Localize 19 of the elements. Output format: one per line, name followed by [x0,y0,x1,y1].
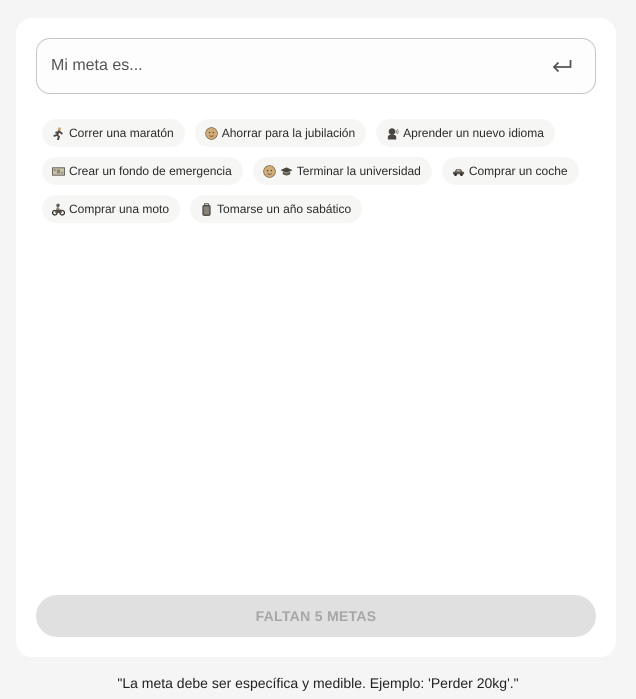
suggestion-chip[interactable]: Comprar una moto [42,195,180,223]
runner-icon [52,126,65,140]
suggestion-chip[interactable]: Correr una maratón [42,119,185,147]
goal-input-field[interactable]: Mi meta es... [36,38,596,94]
hint-text: "La meta debe ser específica y medible. Ejemplo: 'Perder 20kg'." [116,675,520,691]
speaking-head-icon [386,126,400,140]
enter-icon[interactable] [552,59,572,73]
graduation-cap-icon [280,164,293,178]
suitcase-icon [200,202,214,216]
suggestion-chip[interactable]: Terminar la universidad [252,157,432,185]
suggestion-chip[interactable]: Tomarse un año sabático [190,195,362,223]
suggestion-chip[interactable]: Aprender un nuevo idioma [376,119,555,147]
banknote-icon [52,164,65,178]
suggestion-chip[interactable]: Ahorrar para la jubilación [194,119,366,147]
face-icon [204,126,218,140]
motorcycle-rider-icon [52,202,65,216]
suggestion-chip[interactable]: Crear un fondo de emergencia [42,157,243,185]
suggestion-chip[interactable]: Comprar un coche [442,157,579,185]
face-icon [262,164,276,178]
